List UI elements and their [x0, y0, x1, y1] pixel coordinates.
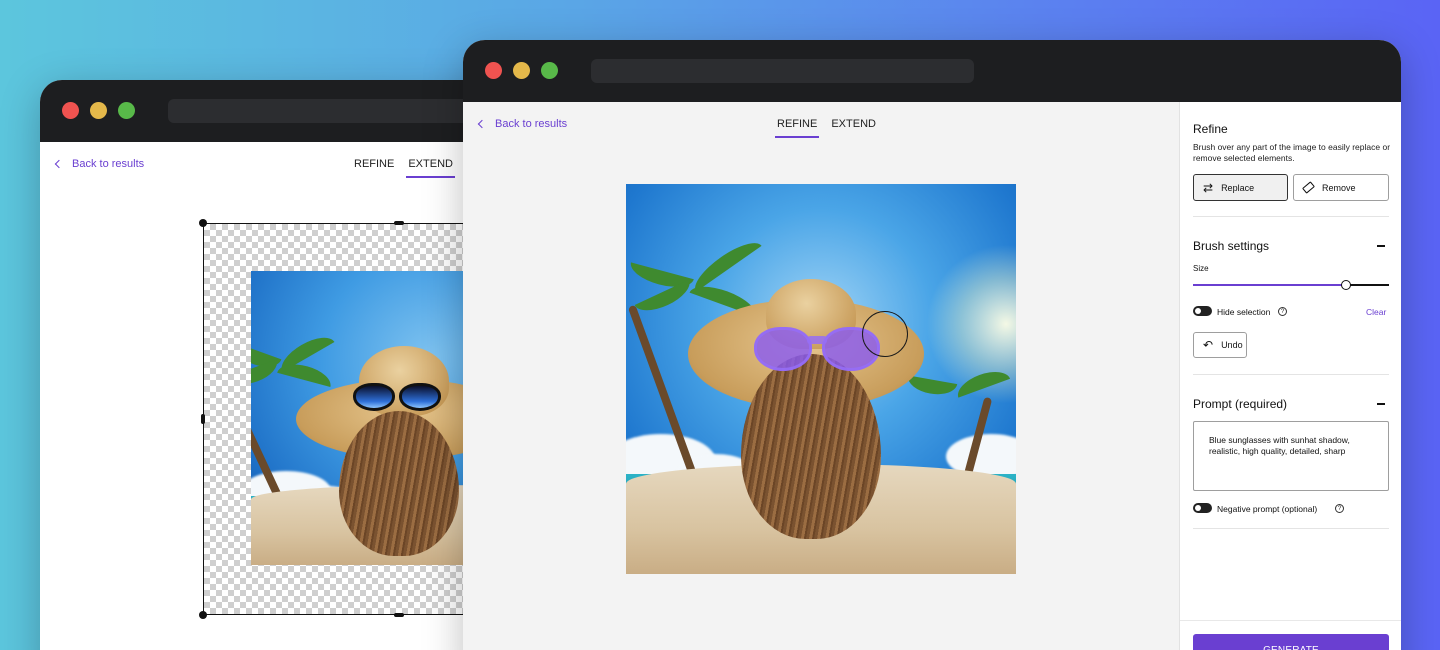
refine-description: Brush over any part of the image to easi… [1193, 142, 1391, 163]
prompt-textarea[interactable]: Blue sunglasses with sunhat shadow, real… [1193, 421, 1389, 491]
minimize-window-button[interactable] [513, 62, 530, 79]
collapse-prompt-minus-icon[interactable] [1377, 403, 1385, 405]
chevron-left-icon [54, 159, 64, 169]
brush-cursor [862, 311, 908, 357]
refine-canvas-image[interactable] [626, 184, 1016, 574]
back-to-results-link[interactable]: Back to results [54, 158, 145, 170]
prompt-title: Prompt (required) [1193, 397, 1288, 411]
help-circle-icon[interactable]: ? [1278, 307, 1287, 316]
tab-extend[interactable]: EXTEND [829, 118, 878, 138]
brush-size-thumb[interactable] [1340, 280, 1351, 290]
tab-extend[interactable]: EXTEND [406, 158, 455, 178]
clear-link[interactable]: Clear [1366, 307, 1386, 317]
back-link-label: Back to results [72, 158, 145, 170]
eraser-icon [1302, 181, 1315, 194]
minimize-window-button[interactable] [90, 102, 107, 119]
hide-selection-label: Hide selection [1217, 307, 1271, 317]
refine-content: Back to results REFINE EXTEND Refine Bru… [463, 102, 1401, 650]
maximize-window-button[interactable] [118, 102, 135, 119]
hide-selection-toggle[interactable] [1193, 306, 1212, 316]
generate-button[interactable]: GENERATE [1193, 634, 1389, 650]
panel-footer: GENERATE [1180, 620, 1401, 650]
refine-title: Refine [1193, 122, 1228, 136]
close-window-button[interactable] [62, 102, 79, 119]
replace-button[interactable]: ⇄ Replace [1193, 174, 1288, 201]
collapse-brush-settings-minus-icon[interactable] [1377, 245, 1385, 247]
brush-settings-title: Brush settings [1193, 239, 1270, 253]
tab-refine[interactable]: REFINE [775, 118, 820, 138]
back-to-results-link[interactable]: Back to results [477, 118, 568, 130]
swap-arrows-icon: ⇄ [1203, 180, 1214, 195]
refine-panel: Refine Brush over any part of the image … [1179, 102, 1401, 650]
undo-button[interactable]: ↶ Undo [1193, 332, 1247, 358]
negative-prompt-toggle[interactable] [1193, 503, 1212, 513]
negative-prompt-label: Negative prompt (optional) [1217, 504, 1318, 514]
titlebar [463, 40, 1401, 102]
maximize-window-button[interactable] [541, 62, 558, 79]
tab-refine[interactable]: REFINE [352, 158, 396, 178]
help-circle-icon[interactable]: ? [1335, 504, 1344, 513]
remove-button[interactable]: Remove [1293, 174, 1389, 201]
undo-arrow-icon: ↶ [1203, 338, 1214, 352]
brush-size-slider[interactable] [1193, 280, 1389, 290]
address-bar[interactable] [591, 59, 974, 83]
mode-tabs: REFINE EXTEND [352, 158, 455, 178]
mode-tabs: REFINE EXTEND [775, 118, 878, 138]
size-label: Size [1193, 264, 1209, 273]
close-window-button[interactable] [485, 62, 502, 79]
chevron-left-icon [477, 119, 487, 129]
brush-size-fill [1193, 284, 1346, 286]
refine-window: Back to results REFINE EXTEND Refine Bru… [463, 40, 1401, 650]
back-link-label: Back to results [495, 118, 568, 130]
